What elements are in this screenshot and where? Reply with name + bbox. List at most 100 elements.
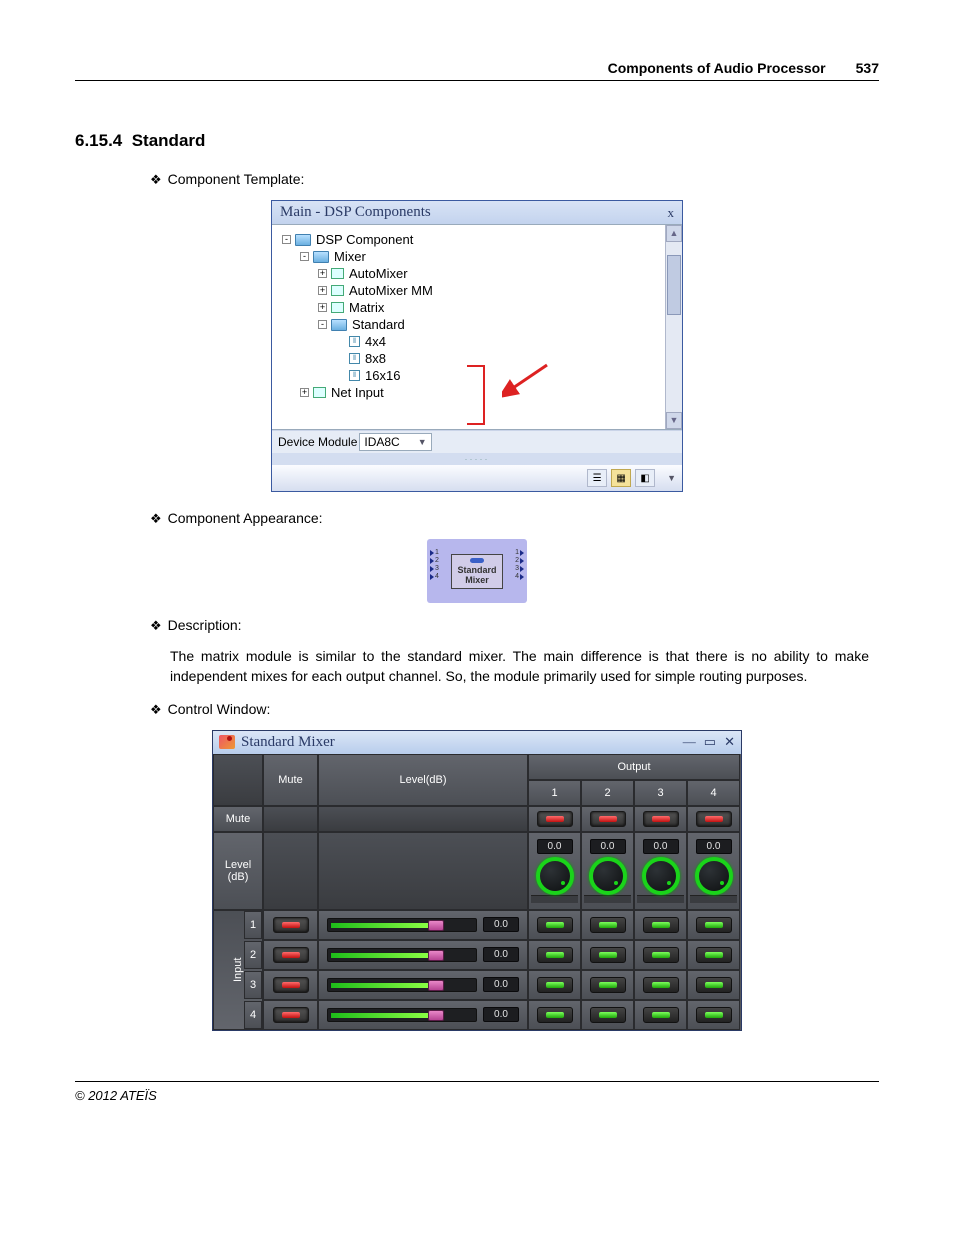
tree-node-root[interactable]: -DSP Component bbox=[282, 231, 659, 248]
component-icon: ⦀ bbox=[349, 336, 360, 347]
device-module-label: Device Module bbox=[278, 435, 357, 449]
minimize-icon[interactable]: — bbox=[683, 734, 696, 750]
route-4-3[interactable] bbox=[634, 1000, 687, 1030]
port-out-icon bbox=[520, 566, 524, 572]
out-mute-2[interactable] bbox=[581, 806, 634, 832]
folder-open-icon bbox=[295, 234, 311, 246]
tree-node-automixer[interactable]: +AutoMixer bbox=[318, 265, 659, 282]
empty-cell bbox=[263, 832, 318, 910]
route-1-4[interactable] bbox=[687, 910, 740, 940]
expand-icon[interactable]: + bbox=[318, 303, 327, 312]
tree-label: 8x8 bbox=[365, 351, 386, 366]
out-level-2[interactable]: 0.0 bbox=[581, 832, 634, 910]
collapse-icon[interactable]: - bbox=[282, 235, 291, 244]
close-icon[interactable]: x bbox=[668, 205, 675, 221]
tree-leaf-16x16[interactable]: ⦀16x16 bbox=[336, 367, 659, 384]
level-row-label: Level(dB) bbox=[213, 832, 263, 910]
scroll-down-icon[interactable]: ▼ bbox=[666, 412, 682, 429]
toolbar-list-icon[interactable]: ☰ bbox=[587, 469, 607, 487]
window-toolbar: ☰ ▦ ◧ ▼ bbox=[272, 465, 682, 491]
resize-handle[interactable]: ····· bbox=[272, 453, 682, 465]
route-2-1[interactable] bbox=[528, 940, 581, 970]
tree-leaf-8x8[interactable]: ⦀8x8 bbox=[336, 350, 659, 367]
section-number: 6.15.4 bbox=[75, 131, 122, 150]
port-number: 2 bbox=[435, 557, 439, 564]
level-value: 0.0 bbox=[483, 977, 519, 992]
window-titlebar[interactable]: Main - DSP Components x bbox=[272, 201, 682, 225]
route-2-2[interactable] bbox=[581, 940, 634, 970]
in-level-1[interactable]: 0.0 bbox=[318, 910, 528, 940]
tree-leaf-4x4[interactable]: ⦀4x4 bbox=[336, 333, 659, 350]
port-in-icon bbox=[430, 574, 434, 580]
scrollbar[interactable]: ▲ ▼ bbox=[665, 225, 682, 429]
level-slider[interactable] bbox=[327, 978, 477, 992]
level-slider[interactable] bbox=[327, 1008, 477, 1022]
level-knob[interactable] bbox=[695, 857, 733, 895]
route-1-3[interactable] bbox=[634, 910, 687, 940]
mixer-titlebar[interactable]: Standard Mixer — ▭ ✕ bbox=[213, 731, 741, 754]
route-3-1[interactable] bbox=[528, 970, 581, 1000]
collapse-icon[interactable]: - bbox=[300, 252, 309, 261]
tree-node-automixer-mm[interactable]: +AutoMixer MM bbox=[318, 282, 659, 299]
collapse-icon[interactable]: - bbox=[318, 320, 327, 329]
route-4-1[interactable] bbox=[528, 1000, 581, 1030]
route-2-4[interactable] bbox=[687, 940, 740, 970]
toolbar-grid-icon[interactable]: ▦ bbox=[611, 469, 631, 487]
out-mute-4[interactable] bbox=[687, 806, 740, 832]
expand-icon[interactable]: + bbox=[318, 286, 327, 295]
route-3-4[interactable] bbox=[687, 970, 740, 1000]
output-col-1: 1 bbox=[528, 780, 581, 806]
route-3-3[interactable] bbox=[634, 970, 687, 1000]
level-knob[interactable] bbox=[589, 857, 627, 895]
level-knob[interactable] bbox=[642, 857, 680, 895]
component-name-2: Mixer bbox=[457, 575, 496, 585]
scroll-up-icon[interactable]: ▲ bbox=[666, 225, 682, 242]
tree-node-standard[interactable]: -Standard bbox=[318, 316, 659, 333]
toolbar-tool-icon[interactable]: ◧ bbox=[635, 469, 655, 487]
in-mute-4[interactable] bbox=[273, 1007, 309, 1023]
in-mute-2[interactable] bbox=[273, 947, 309, 963]
expand-icon[interactable]: + bbox=[300, 388, 309, 397]
level-slider[interactable] bbox=[327, 918, 477, 932]
route-4-2[interactable] bbox=[581, 1000, 634, 1030]
route-1-2[interactable] bbox=[581, 910, 634, 940]
chevron-down-icon[interactable]: ▼ bbox=[667, 473, 676, 483]
route-1-1[interactable] bbox=[528, 910, 581, 940]
annotation-bracket bbox=[467, 365, 485, 425]
standard-mixer-window: Standard Mixer — ▭ ✕ Mute Level(dB) Outp… bbox=[212, 730, 742, 1031]
scroll-thumb[interactable] bbox=[667, 255, 681, 315]
level-header: Level(dB) bbox=[318, 754, 528, 806]
out-level-3[interactable]: 0.0 bbox=[634, 832, 687, 910]
tree-node-mixer[interactable]: -Mixer bbox=[300, 248, 659, 265]
port-number: 1 bbox=[435, 549, 439, 556]
out-mute-3[interactable] bbox=[634, 806, 687, 832]
route-2-3[interactable] bbox=[634, 940, 687, 970]
out-mute-1[interactable] bbox=[528, 806, 581, 832]
expand-icon[interactable]: + bbox=[318, 269, 327, 278]
in-level-4[interactable]: 0.0 bbox=[318, 1000, 528, 1030]
in-mute-3[interactable] bbox=[273, 977, 309, 993]
level-slider[interactable] bbox=[327, 948, 477, 962]
in-mute-1[interactable] bbox=[273, 917, 309, 933]
tree-label: Matrix bbox=[349, 300, 384, 315]
out-level-1[interactable]: 0.0 bbox=[528, 832, 581, 910]
route-3-2[interactable] bbox=[581, 970, 634, 1000]
in-level-2[interactable]: 0.0 bbox=[318, 940, 528, 970]
port-number: 3 bbox=[435, 565, 439, 572]
tree-node-matrix[interactable]: + Matrix bbox=[318, 299, 659, 316]
folder-open-icon bbox=[331, 319, 347, 331]
device-module-select[interactable]: IDA8C▼ bbox=[359, 433, 431, 451]
subheading-description: Description: bbox=[150, 617, 879, 634]
level-knob[interactable] bbox=[536, 857, 574, 895]
route-4-4[interactable] bbox=[687, 1000, 740, 1030]
component-icon: ⦀ bbox=[349, 370, 360, 381]
out-level-4[interactable]: 0.0 bbox=[687, 832, 740, 910]
dsp-components-window: Main - DSP Components x -DSP Component -… bbox=[271, 200, 683, 492]
page-header: Components of Audio Processor 537 bbox=[75, 60, 879, 81]
maximize-icon[interactable]: ▭ bbox=[704, 734, 716, 750]
close-icon[interactable]: ✕ bbox=[724, 734, 735, 750]
in-level-3[interactable]: 0.0 bbox=[318, 970, 528, 1000]
input-row-4: 4 bbox=[263, 1000, 318, 1030]
input-ports: 1 2 3 4 bbox=[430, 549, 439, 580]
device-module-value: IDA8C bbox=[364, 435, 399, 449]
